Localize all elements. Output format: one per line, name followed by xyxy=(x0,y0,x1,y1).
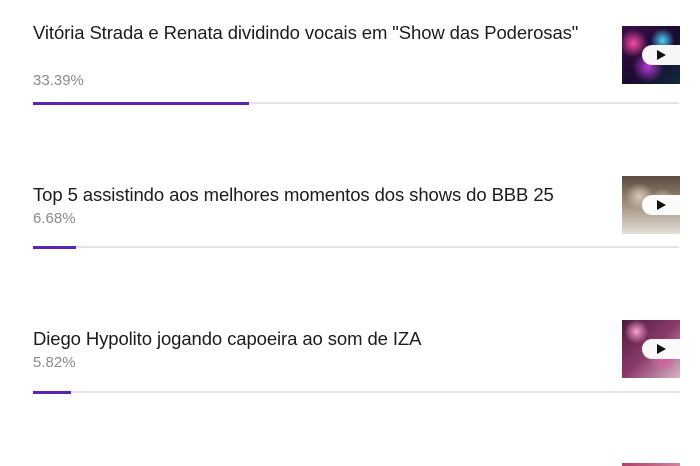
vote-progress-fill xyxy=(33,390,71,394)
play-button[interactable] xyxy=(642,45,680,65)
play-button[interactable] xyxy=(642,339,680,359)
option-title: Vitória Strada e Renata dividindo vocais… xyxy=(33,22,579,43)
vote-progress-fill xyxy=(33,245,77,249)
video-thumbnail[interactable] xyxy=(622,176,680,234)
video-thumbnail[interactable] xyxy=(622,26,680,84)
vote-progress-fill xyxy=(33,101,249,105)
option-percentage: 5.82% xyxy=(33,354,76,371)
play-button[interactable] xyxy=(642,195,680,215)
vote-progress-track xyxy=(33,101,679,105)
play-icon xyxy=(657,344,666,354)
poll-option-list: Vitória Strada e Renata dividindo vocais… xyxy=(0,0,700,466)
option-title: Diego Hypolito jogando capoeira ao som d… xyxy=(33,328,422,349)
option-title: Top 5 assistindo aos melhores momentos d… xyxy=(33,184,554,205)
play-icon xyxy=(657,200,666,210)
vote-progress-track xyxy=(33,245,679,249)
option-percentage: 6.68% xyxy=(33,210,76,227)
option-percentage: 33.39% xyxy=(33,72,84,89)
play-icon xyxy=(657,50,666,60)
video-thumbnail[interactable] xyxy=(622,320,680,378)
vote-progress-track xyxy=(33,390,679,394)
